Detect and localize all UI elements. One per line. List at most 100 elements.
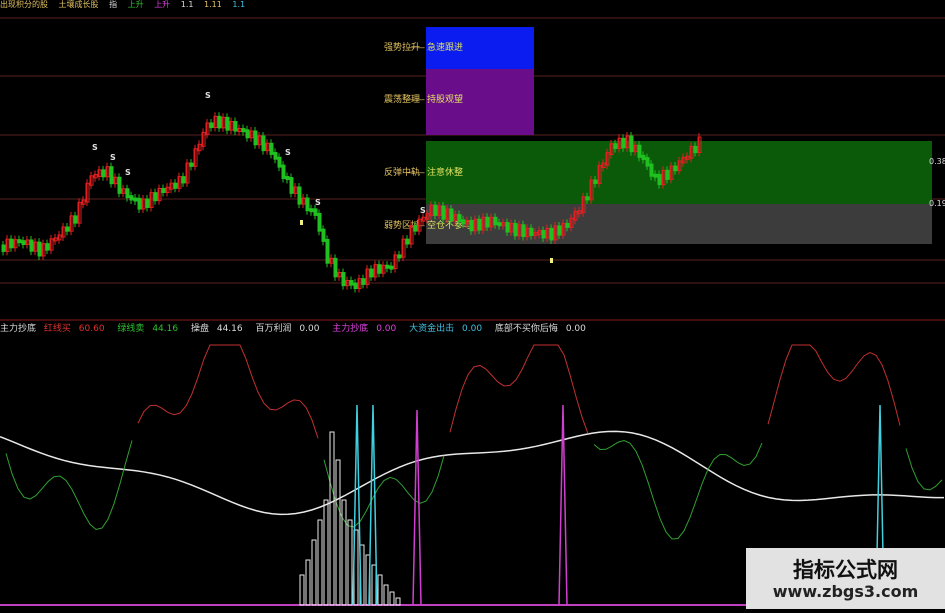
field-label: 绿线卖 bbox=[117, 324, 145, 334]
candle-body bbox=[433, 204, 438, 216]
candle-body bbox=[65, 226, 70, 232]
candle-body bbox=[385, 264, 390, 269]
field-label: 百万利润 bbox=[255, 324, 292, 334]
candle-body bbox=[9, 238, 14, 249]
candle-body bbox=[653, 173, 658, 178]
candle-body bbox=[289, 177, 294, 194]
signal-dot bbox=[550, 258, 553, 263]
signal-marker-s: S bbox=[205, 91, 211, 100]
candle-body bbox=[125, 188, 130, 199]
zone-connector-consolidation: —— bbox=[407, 95, 425, 105]
green-sell-line bbox=[5, 440, 133, 531]
field-value: 0.00 bbox=[376, 324, 397, 334]
watermark-box: 指标公式网 www.zbgs3.com bbox=[746, 548, 945, 609]
title-bar: 出现积分的股 土壤成长股 指 上升 上升 1.1 1.11 1.1 bbox=[0, 0, 945, 10]
field-value: 0.00 bbox=[565, 324, 586, 334]
candle-body bbox=[241, 128, 246, 133]
candle-body bbox=[101, 169, 106, 178]
field-label: 主力抄底 bbox=[332, 324, 369, 334]
candle-body bbox=[109, 166, 114, 185]
candle-body bbox=[649, 163, 654, 177]
histogram-bar bbox=[371, 564, 377, 606]
candle-body bbox=[317, 212, 322, 232]
signal-spike bbox=[558, 404, 568, 606]
title-segment: 上升 bbox=[154, 0, 171, 9]
field-label: 大资金出击 bbox=[409, 324, 455, 334]
title-segment: 1.1 bbox=[232, 0, 246, 9]
candle-body bbox=[693, 145, 698, 154]
title-segment: 出现积分的股 bbox=[0, 0, 48, 9]
right-scale-upper: 0.38 bbox=[929, 157, 945, 166]
candle-body bbox=[305, 197, 310, 212]
candle-body bbox=[209, 122, 214, 129]
signal-spike bbox=[352, 404, 362, 606]
field-label: 红线买 bbox=[43, 324, 71, 334]
candle-body bbox=[529, 227, 534, 236]
watermark-title: 指标公式网 bbox=[793, 558, 898, 582]
candle-body bbox=[73, 215, 78, 224]
candle-body bbox=[673, 165, 678, 172]
histogram-bar bbox=[311, 539, 317, 606]
watermark-url: www.zbgs3.com bbox=[772, 582, 919, 601]
candle-body bbox=[245, 129, 250, 139]
candle-body bbox=[461, 219, 466, 225]
candle-body bbox=[17, 239, 22, 244]
candle-body bbox=[645, 157, 650, 167]
signal-marker-s: S bbox=[92, 143, 98, 152]
indicator-field-red-buy: 红线买 60.60 bbox=[44, 324, 110, 334]
candle-body bbox=[21, 240, 26, 246]
candle-body bbox=[277, 156, 282, 168]
zone-action-consolidation: 持股观望 bbox=[427, 93, 463, 105]
histogram-bar bbox=[377, 574, 383, 606]
indicator-field-regret: 底部不买你后悔 0.00 bbox=[495, 324, 591, 334]
candle-body bbox=[225, 116, 230, 131]
candle-body bbox=[253, 130, 258, 146]
candle-body bbox=[565, 222, 570, 228]
candle-body bbox=[181, 176, 186, 184]
field-label: 操盘 bbox=[190, 324, 209, 334]
signal-spike bbox=[368, 404, 378, 606]
candle-body bbox=[353, 282, 358, 290]
candle-body bbox=[285, 175, 290, 181]
signal-dot bbox=[300, 220, 303, 225]
candle-body bbox=[189, 162, 194, 167]
candle-body bbox=[469, 219, 474, 232]
candle-body bbox=[281, 164, 286, 179]
green-sell-line bbox=[593, 440, 763, 540]
title-segment: 1.11 bbox=[204, 0, 222, 9]
candle-body bbox=[613, 143, 618, 149]
zone-action-strong: 急速跟进 bbox=[427, 41, 463, 53]
red-buy-line bbox=[449, 344, 589, 434]
histogram-bar bbox=[317, 519, 323, 606]
indicator-field-bottom-fishing: 主力抄底 0.00 bbox=[332, 324, 401, 334]
candle-body bbox=[321, 228, 326, 242]
candle-body bbox=[37, 241, 42, 257]
signal-marker-s: S bbox=[110, 153, 116, 162]
title-segment: 指 bbox=[109, 0, 118, 9]
field-value: 44.16 bbox=[152, 324, 179, 334]
field-value: 44.16 bbox=[216, 324, 243, 334]
candle-body bbox=[397, 254, 402, 259]
chart-canvas: 强势拉升 —— 急速跟进 震荡整理 —— 持股观望 反弹中轨 —— 注意休整 弱… bbox=[0, 0, 945, 609]
candle-body bbox=[153, 192, 158, 202]
green-sell-line bbox=[905, 448, 943, 491]
candle-body bbox=[341, 272, 346, 287]
title-segment: 1.1 bbox=[180, 0, 194, 9]
zone-connector-strong: —— bbox=[407, 43, 425, 53]
right-scale-lower: 0.19 bbox=[929, 199, 945, 208]
signal-marker-s: S bbox=[420, 206, 426, 215]
candle-body bbox=[349, 280, 354, 286]
indicator-field-trade: 操盘 44.16 bbox=[191, 324, 248, 334]
candle-body bbox=[593, 179, 598, 184]
candle-body bbox=[665, 169, 670, 180]
candle-body bbox=[457, 214, 462, 223]
candle-body bbox=[261, 135, 266, 152]
candle-body bbox=[585, 196, 590, 201]
candle-body bbox=[657, 174, 662, 186]
candle-body bbox=[161, 187, 166, 193]
red-buy-line bbox=[137, 344, 319, 439]
title-segment: 上升 bbox=[127, 0, 144, 9]
candle-body bbox=[629, 135, 634, 153]
candle-body bbox=[449, 208, 454, 222]
indicator-name[interactable]: 主力抄底 bbox=[0, 324, 36, 334]
